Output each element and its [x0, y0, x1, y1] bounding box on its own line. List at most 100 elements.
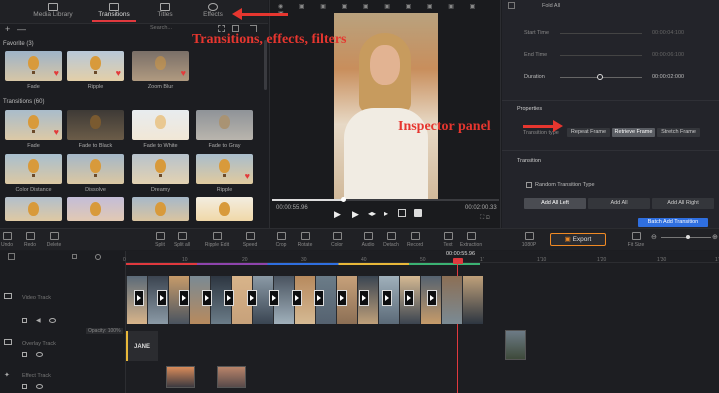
crop-button[interactable]: Crop — [270, 232, 292, 248]
add-all-left-button[interactable]: Add All Left — [524, 198, 586, 209]
transition-marker[interactable] — [201, 290, 212, 306]
resolution-button[interactable]: 1080P — [518, 232, 540, 248]
undo-button[interactable]: Undo — [0, 232, 18, 248]
fullscreen-icon[interactable] — [414, 209, 422, 217]
transition-marker[interactable] — [179, 290, 189, 306]
transition-marker[interactable] — [224, 290, 234, 306]
transition-marker[interactable] — [404, 290, 414, 306]
playhead-marker[interactable] — [453, 258, 463, 264]
zoom-out-icon[interactable]: ⊖ — [651, 233, 657, 241]
split-button[interactable]: Split — [149, 232, 171, 248]
repeat-frame-button[interactable]: Repeat Frame — [567, 128, 610, 137]
record-button[interactable]: Record — [404, 232, 426, 248]
minus-icon[interactable]: — — [17, 24, 26, 34]
text-button[interactable]: Text — [437, 232, 459, 248]
track-volume-icon[interactable]: ◀ — [36, 317, 41, 324]
transition-fade-gray-thumb[interactable] — [196, 110, 253, 140]
detach-button[interactable]: Detach — [380, 232, 402, 248]
favorite-ripple-thumb[interactable]: ♥ — [67, 51, 124, 81]
overlay-image-clip[interactable] — [505, 330, 526, 360]
redo-button[interactable]: Redo — [19, 232, 41, 248]
favorite-zoomblur-thumb[interactable]: ♥ — [132, 51, 189, 81]
transition-dissolve-thumb[interactable] — [67, 154, 124, 184]
transition-marker[interactable] — [336, 290, 347, 306]
favorite-fade-thumb[interactable]: ♥ — [5, 51, 62, 81]
transition-thumb[interactable] — [67, 197, 124, 221]
start-time-value[interactable]: 00:00:04:100 — [652, 30, 684, 36]
overlay-visibility-icon[interactable] — [36, 352, 43, 357]
zoom-in-icon[interactable]: ⊕ — [712, 233, 718, 241]
tab-titles[interactable]: Titles — [150, 0, 180, 22]
transition-fade-thumb[interactable]: ♥ — [5, 110, 62, 140]
transition-thumb[interactable] — [196, 197, 253, 221]
transition-marker[interactable] — [134, 290, 144, 306]
lock-all-icon[interactable] — [72, 254, 77, 259]
transition-dreamy-thumb[interactable] — [132, 154, 189, 184]
transition-marker[interactable] — [381, 290, 392, 306]
rotate-button[interactable]: Rotate — [294, 232, 316, 248]
transition-thumb[interactable] — [5, 197, 62, 221]
transition-color-distance-thumb[interactable] — [5, 154, 62, 184]
batch-add-transition-button[interactable]: Batch Add Transition — [638, 218, 708, 227]
effect-clip[interactable] — [166, 366, 195, 388]
grid-icon[interactable] — [218, 25, 225, 32]
heart-icon[interactable]: ♥ — [245, 172, 250, 181]
speed-button[interactable]: Speed — [239, 232, 261, 248]
transition-marker[interactable] — [156, 290, 167, 306]
end-time-slider[interactable] — [560, 55, 642, 56]
split-all-button[interactable]: Split all — [171, 232, 193, 248]
extraction-button[interactable]: Extraction — [458, 232, 484, 248]
transition-marker[interactable] — [359, 290, 369, 306]
retrieve-frame-button[interactable]: Retrieve Frame — [612, 128, 655, 137]
transition-marker[interactable] — [291, 290, 302, 306]
snapshot-icon[interactable] — [398, 209, 406, 217]
next-frame-icon[interactable]: ▶ — [352, 209, 359, 220]
fold-all-button[interactable]: Fold All — [542, 3, 560, 9]
transition-marker[interactable] — [269, 290, 279, 306]
random-checkbox[interactable] — [526, 182, 532, 188]
end-time-value[interactable]: 00:00:06:100 — [652, 52, 684, 58]
inspector-collapse-icon[interactable] — [508, 2, 515, 9]
track-lock-icon[interactable] — [22, 318, 27, 323]
clip-thumbnail[interactable] — [463, 276, 483, 324]
effect-lock-icon[interactable] — [22, 384, 27, 389]
transitions-header[interactable]: Transitions (60) — [3, 99, 44, 105]
transition-thumb[interactable] — [132, 197, 189, 221]
stretch-frame-button[interactable]: Stretch Frame — [657, 128, 700, 137]
zoom-handle[interactable] — [686, 235, 690, 239]
track-visibility-icon[interactable] — [49, 318, 56, 323]
effect-clip[interactable] — [217, 366, 246, 388]
play-icon[interactable]: ▶ — [334, 209, 341, 220]
transition-marker[interactable] — [246, 290, 257, 306]
add-track-icon[interactable] — [8, 253, 15, 260]
transition-ripple-thumb[interactable]: ♥ — [196, 154, 253, 184]
delete-button[interactable]: Delete — [43, 232, 65, 248]
expand-icon[interactable] — [250, 25, 257, 32]
properties-header[interactable]: Properties — [517, 106, 542, 112]
transition-marker[interactable] — [314, 290, 324, 306]
heart-icon[interactable]: ♥ — [116, 69, 121, 78]
step-icon[interactable]: ◂▸ — [368, 209, 376, 218]
favorite-header[interactable]: Favorite (3) — [3, 41, 34, 47]
progress-handle[interactable] — [341, 197, 346, 202]
transition-fade-black-thumb[interactable] — [67, 110, 124, 140]
tab-media-library[interactable]: Media Library — [28, 0, 78, 22]
clip-thumbnail[interactable] — [442, 276, 462, 324]
add-all-right-button[interactable]: Add All Right — [652, 198, 714, 209]
transition-marker[interactable] — [426, 290, 437, 306]
effect-visibility-icon[interactable] — [36, 384, 43, 389]
overlay-lock-icon[interactable] — [22, 352, 27, 357]
transition-fade-white-thumb[interactable] — [132, 110, 189, 140]
duration-handle[interactable] — [597, 74, 603, 80]
list-icon[interactable] — [232, 25, 239, 32]
duration-value[interactable]: 00:00:02:000 — [652, 74, 684, 80]
export-button[interactable]: ▣ Export — [550, 233, 606, 246]
add-all-button[interactable]: Add All — [588, 198, 650, 209]
volume-icon[interactable]: ⛶ ⊡ — [480, 215, 490, 222]
heart-icon[interactable]: ♥ — [54, 69, 59, 78]
heart-icon[interactable]: ♥ — [54, 128, 59, 137]
tab-transitions[interactable]: Transitions — [92, 0, 136, 22]
color-button[interactable]: Color — [326, 232, 348, 248]
heart-icon[interactable]: ♥ — [181, 69, 186, 78]
add-icon[interactable]: + — [5, 24, 10, 34]
